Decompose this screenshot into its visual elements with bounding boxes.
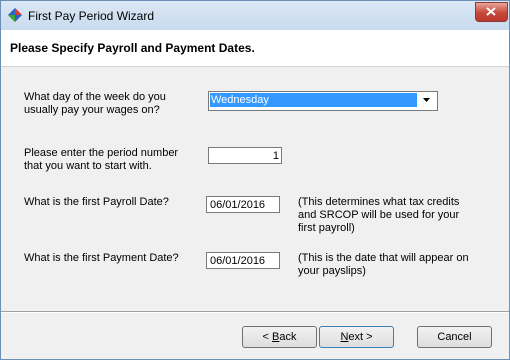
period-label: Please enter the period number that you … <box>24 147 178 173</box>
chevron-down-icon[interactable] <box>419 93 434 107</box>
payment-date-input[interactable]: 06/01/2016 <box>206 252 280 269</box>
close-icon <box>486 7 496 16</box>
page-heading: Please Specify Payroll and Payment Dates… <box>10 41 255 55</box>
payroll-date-label: What is the first Payroll Date? <box>24 196 169 208</box>
pay-day-value: Wednesday <box>210 93 417 107</box>
title-bar: First Pay Period Wizard <box>1 1 509 30</box>
footer-divider <box>1 311 509 313</box>
payroll-date-input[interactable]: 06/01/2016 <box>206 196 280 213</box>
payment-date-note: (This is the date that will appear on yo… <box>298 252 469 278</box>
payroll-note-line3: first payroll) <box>298 222 355 234</box>
period-label-line2: that you want to start with. <box>24 160 152 172</box>
payment-note-line2: your payslips) <box>298 265 366 277</box>
period-label-line1: Please enter the period number <box>24 147 179 159</box>
cancel-button[interactable]: Cancel <box>417 326 492 348</box>
payroll-note-line2: and SRCOP will be used for your <box>298 209 460 221</box>
wizard-window: First Pay Period Wizard Please Specify P… <box>0 0 510 360</box>
pay-day-select[interactable]: Wednesday <box>208 91 438 111</box>
payment-note-line1: (This is the date that will appear on <box>298 252 469 264</box>
back-prefix: < <box>262 331 272 343</box>
wizard-header: Please Specify Payroll and Payment Dates… <box>1 30 509 67</box>
window-title: First Pay Period Wizard <box>28 9 155 23</box>
back-button[interactable]: < Back <box>242 326 317 348</box>
wizard-app-icon <box>8 8 22 22</box>
next-button[interactable]: Next > <box>319 326 394 348</box>
payment-date-label: What is the first Payment Date? <box>24 252 179 264</box>
period-number-input[interactable]: 1 <box>208 147 282 164</box>
pay-day-label: What day of the week do you usually pay … <box>24 91 166 116</box>
next-rest: ext > <box>348 331 373 343</box>
payroll-date-note: (This determines what tax credits and SR… <box>298 196 459 235</box>
close-button[interactable] <box>475 2 508 22</box>
back-rest: ack <box>279 331 297 343</box>
payroll-note-line1: (This determines what tax credits <box>298 196 460 208</box>
